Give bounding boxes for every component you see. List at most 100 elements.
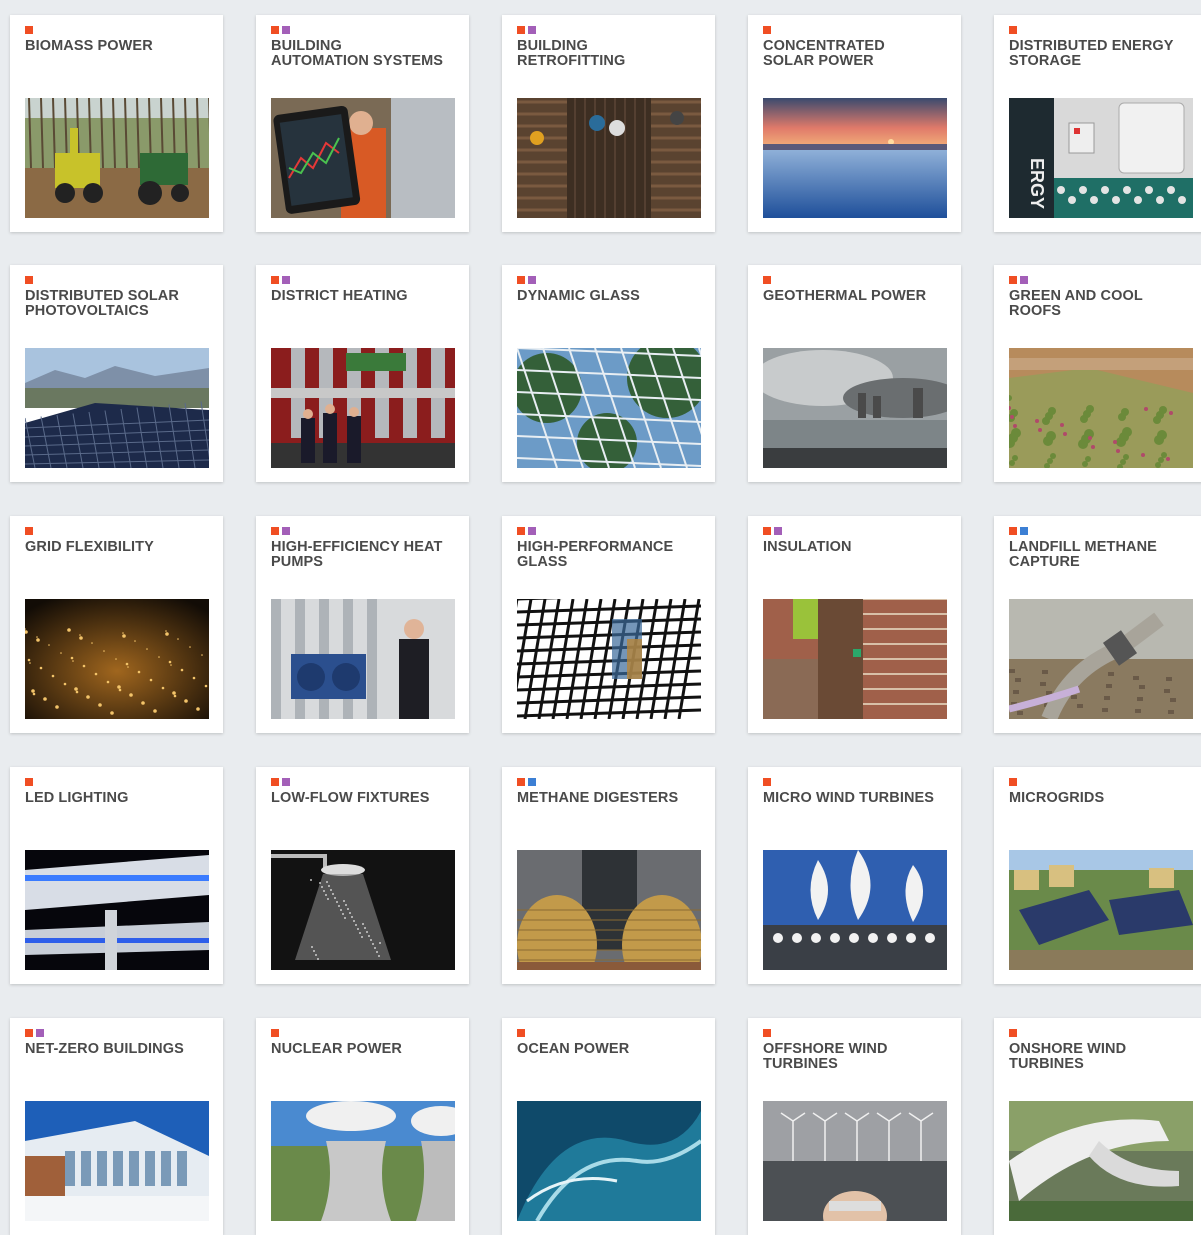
orange-category-tag bbox=[763, 527, 771, 535]
tile-high-performance-glass[interactable]: HIGH-PERFORMANCE GLASS bbox=[502, 516, 715, 733]
tile-title: NUCLEAR POWER bbox=[271, 1041, 402, 1057]
tile-offshore-wind-turbines[interactable]: OFFSHORE WIND TURBINES bbox=[748, 1018, 961, 1235]
tile-onshore-wind-turbines[interactable]: ONSHORE WIND TURBINES bbox=[994, 1018, 1201, 1235]
tile-title: DISTRICT HEATING bbox=[271, 288, 408, 304]
tile-high-efficiency-heat-pumps[interactable]: HIGH-EFFICIENCY HEAT PUMPS bbox=[256, 516, 469, 733]
purple-category-tag bbox=[774, 527, 782, 535]
category-tags bbox=[517, 26, 536, 35]
tile-microgrids[interactable]: MICROGRIDS bbox=[994, 767, 1201, 984]
retrofit-stairwell-photo bbox=[517, 98, 701, 218]
category-tags bbox=[763, 26, 771, 35]
tile-title: GEOTHERMAL POWER bbox=[763, 288, 927, 304]
category-tags bbox=[25, 778, 33, 787]
biomass-harvest-photo bbox=[25, 98, 209, 218]
city-lights-night-photo bbox=[25, 599, 209, 719]
tile-building-retrofitting[interactable]: BUILDING RETROFITTING bbox=[502, 15, 715, 232]
green-roof-photo bbox=[1009, 348, 1193, 468]
category-tags bbox=[25, 26, 33, 35]
tile-grid-flexibility[interactable]: GRID FLEXIBILITY bbox=[10, 516, 223, 733]
tile-title: LANDFILL METHANE CAPTURE bbox=[1009, 539, 1157, 570]
tile-title: BIOMASS POWER bbox=[25, 38, 153, 54]
solar-field-sunset-photo bbox=[763, 98, 947, 218]
digester-eggs-photo bbox=[517, 850, 701, 970]
offshore-wind-photo bbox=[763, 1101, 947, 1221]
purple-category-tag bbox=[282, 527, 290, 535]
glass-atrium-photo bbox=[517, 348, 701, 468]
landfill-pipe-photo bbox=[1009, 599, 1193, 719]
purple-category-tag bbox=[282, 276, 290, 284]
tile-title: DYNAMIC GLASS bbox=[517, 288, 640, 304]
category-tags bbox=[1009, 276, 1028, 285]
tile-led-lighting[interactable]: LED LIGHTING bbox=[10, 767, 223, 984]
category-tags bbox=[1009, 26, 1017, 35]
shower-head-photo bbox=[271, 850, 455, 970]
tile-building-automation-systems[interactable]: BUILDING AUTOMATION SYSTEMS bbox=[256, 15, 469, 232]
category-tags bbox=[271, 26, 290, 35]
tile-ocean-power[interactable]: OCEAN POWER bbox=[502, 1018, 715, 1235]
solar-neighborhood-photo bbox=[1009, 850, 1193, 970]
orange-category-tag bbox=[1009, 26, 1017, 34]
glass-lattice-photo bbox=[517, 599, 701, 719]
heating-plant-photo bbox=[271, 348, 455, 468]
orange-category-tag bbox=[1009, 778, 1017, 786]
orange-category-tag bbox=[25, 527, 33, 535]
orange-category-tag bbox=[763, 778, 771, 786]
tile-methane-digesters[interactable]: METHANE DIGESTERS bbox=[502, 767, 715, 984]
purple-category-tag bbox=[36, 1029, 44, 1037]
category-tags bbox=[271, 527, 290, 536]
heat-pump-room-photo bbox=[271, 599, 455, 719]
tile-title: GREEN AND COOL ROOFS bbox=[1009, 288, 1143, 319]
orange-category-tag bbox=[763, 1029, 771, 1037]
orange-category-tag bbox=[517, 527, 525, 535]
orange-category-tag bbox=[25, 26, 33, 34]
orange-category-tag bbox=[517, 1029, 525, 1037]
tile-title: ONSHORE WIND TURBINES bbox=[1009, 1041, 1127, 1072]
tile-concentrated-solar-power[interactable]: CONCENTRATED SOLAR POWER bbox=[748, 15, 961, 232]
orange-category-tag bbox=[763, 276, 771, 284]
category-tags bbox=[271, 1029, 279, 1038]
purple-category-tag bbox=[528, 527, 536, 535]
orange-category-tag bbox=[517, 778, 525, 786]
tile-distributed-solar-photovoltaics[interactable]: DISTRIBUTED SOLAR PHOTOVOLTAICS bbox=[10, 265, 223, 482]
vertical-turbines-photo bbox=[763, 850, 947, 970]
category-tags bbox=[763, 778, 771, 787]
tile-green-and-cool-roofs[interactable]: GREEN AND COOL ROOFS bbox=[994, 265, 1201, 482]
orange-category-tag bbox=[271, 1029, 279, 1037]
category-tags bbox=[25, 527, 33, 536]
tile-district-heating[interactable]: DISTRICT HEATING bbox=[256, 265, 469, 482]
tile-title: NET-ZERO BUILDINGS bbox=[25, 1041, 184, 1057]
tile-landfill-methane-capture[interactable]: LANDFILL METHANE CAPTURE bbox=[994, 516, 1201, 733]
tile-low-flow-fixtures[interactable]: LOW-FLOW FIXTURES bbox=[256, 767, 469, 984]
tile-distributed-energy-storage[interactable]: DISTRIBUTED ENERGY STORAGE ERGY bbox=[994, 15, 1201, 232]
tile-title: LED LIGHTING bbox=[25, 790, 129, 806]
tile-biomass-power[interactable]: BIOMASS POWER bbox=[10, 15, 223, 232]
orange-category-tag bbox=[763, 26, 771, 34]
category-tags bbox=[1009, 778, 1017, 787]
orange-category-tag bbox=[517, 26, 525, 34]
orange-category-tag bbox=[25, 778, 33, 786]
orange-category-tag bbox=[271, 527, 279, 535]
tile-geothermal-power[interactable]: GEOTHERMAL POWER bbox=[748, 265, 961, 482]
led-canopy-photo bbox=[25, 850, 209, 970]
tile-net-zero-buildings[interactable]: NET-ZERO BUILDINGS bbox=[10, 1018, 223, 1235]
ocean-wave-photo bbox=[517, 1101, 701, 1221]
tile-title: METHANE DIGESTERS bbox=[517, 790, 679, 806]
svg-text:ERGY: ERGY bbox=[1027, 158, 1047, 209]
tile-insulation[interactable]: INSULATION bbox=[748, 516, 961, 733]
tile-micro-wind-turbines[interactable]: MICRO WIND TURBINES bbox=[748, 767, 961, 984]
purple-category-tag bbox=[282, 26, 290, 34]
tile-title: HIGH-EFFICIENCY HEAT PUMPS bbox=[271, 539, 443, 570]
blue-category-tag bbox=[528, 778, 536, 786]
category-tags bbox=[271, 276, 290, 285]
tile-title: HIGH-PERFORMANCE GLASS bbox=[517, 539, 674, 570]
purple-category-tag bbox=[528, 26, 536, 34]
tile-nuclear-power[interactable]: NUCLEAR POWER bbox=[256, 1018, 469, 1235]
tile-title: DISTRIBUTED SOLAR PHOTOVOLTAICS bbox=[25, 288, 179, 319]
blue-category-tag bbox=[1020, 527, 1028, 535]
cooling-towers-photo bbox=[271, 1101, 455, 1221]
category-tags bbox=[25, 1029, 44, 1038]
tile-dynamic-glass[interactable]: DYNAMIC GLASS bbox=[502, 265, 715, 482]
orange-category-tag bbox=[1009, 527, 1017, 535]
category-tags bbox=[763, 527, 782, 536]
solutions-grid: BIOMASS POWER BUILDING AUTOMATION SYSTEM… bbox=[0, 0, 1201, 1235]
